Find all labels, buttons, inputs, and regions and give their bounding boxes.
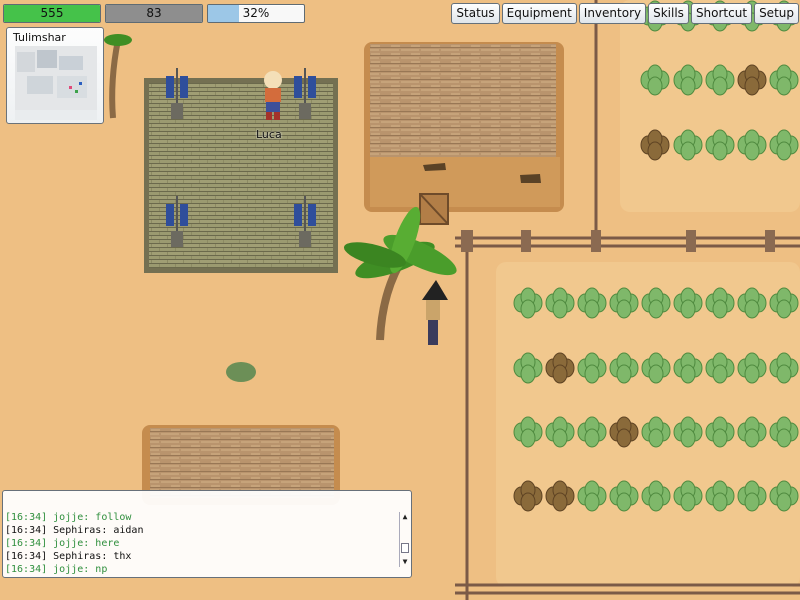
player-name-label: Luca (256, 128, 282, 141)
minimap[interactable]: Tulimshar (6, 27, 104, 124)
scroll-up-icon[interactable]: ▲ (400, 512, 410, 522)
chat-line: [16:34] Sephiras: thx (5, 551, 132, 562)
chat-scrollbar[interactable]: ▲ ▼ (399, 512, 410, 567)
main-menu: Status Equipment Inventory Skills Shortc… (451, 3, 799, 24)
status-bars: 555 83 32% (3, 4, 305, 23)
desert-shrub (226, 362, 256, 382)
hp-bar: 555 (3, 4, 101, 23)
status-button[interactable]: Status (451, 3, 500, 24)
palm-tree-top-left (104, 34, 132, 119)
player-wizard (422, 280, 448, 345)
shortcut-button[interactable]: Shortcut (690, 3, 753, 24)
xp-value: 32% (242, 6, 270, 20)
equipment-button[interactable]: Equipment (501, 3, 577, 24)
scroll-thumb[interactable] (401, 543, 409, 553)
mp-bar: 83 (105, 4, 203, 23)
hp-value: 555 (40, 6, 64, 20)
chat-line: [16:34] jojje: here (5, 538, 120, 549)
minimap-image (15, 46, 97, 120)
scroll-down-icon[interactable]: ▼ (400, 557, 410, 567)
setup-button[interactable]: Setup (754, 3, 799, 24)
house-roof (364, 42, 564, 225)
chat-window[interactable]: [16:34] jojje: follow [16:34] Sephiras: … (2, 490, 412, 578)
mp-value: 83 (146, 6, 162, 20)
chat-line: [16:34] jojje: np (5, 564, 108, 575)
xp-bar: 32% (207, 4, 305, 23)
chat-line: [16:34] jojje: follow (5, 512, 132, 523)
inventory-button[interactable]: Inventory (578, 3, 647, 24)
skills-button[interactable]: Skills (648, 3, 689, 24)
chat-line: [16:34] Sephiras: aidan (5, 525, 144, 536)
